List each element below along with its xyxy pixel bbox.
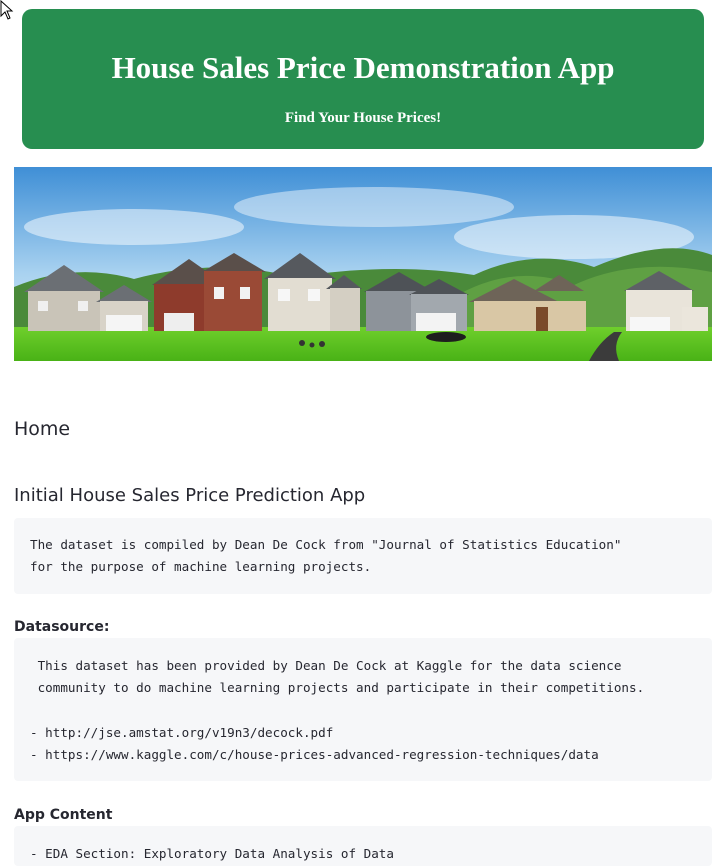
datasource-code-block: This dataset has been provided by Dean D… <box>14 638 712 781</box>
app-header-banner: House Sales Price Demonstration App Find… <box>22 9 704 149</box>
app-heading: Initial House Sales Price Prediction App <box>14 485 366 506</box>
datasource-link: - http://jse.amstat.org/v19n3/decock.pdf <box>30 725 334 740</box>
description-line: The dataset is compiled by Dean De Cock … <box>30 537 622 552</box>
datasource-label: Datasource: <box>14 619 110 635</box>
app-content-label: App Content <box>14 807 113 823</box>
datasource-line: community to do machine learning project… <box>30 680 645 695</box>
app-subtitle: Find Your House Prices! <box>284 110 442 126</box>
home-heading: Home <box>14 418 71 440</box>
datasource-link: - https://www.kaggle.com/c/house-prices-… <box>30 747 599 762</box>
description-code-block: The dataset is compiled by Dean De Cock … <box>14 518 712 594</box>
datasource-line: This dataset has been provided by Dean D… <box>30 658 622 673</box>
mouse-cursor-icon <box>0 0 14 20</box>
description-line: for the purpose of machine learning proj… <box>30 559 372 574</box>
houses-street-image <box>14 167 712 361</box>
app-title: House Sales Price Demonstration App <box>111 50 615 85</box>
app-content-code-block: - EDA Section: Exploratory Data Analysis… <box>14 826 712 866</box>
app-content-line: - EDA Section: Exploratory Data Analysis… <box>30 846 394 861</box>
